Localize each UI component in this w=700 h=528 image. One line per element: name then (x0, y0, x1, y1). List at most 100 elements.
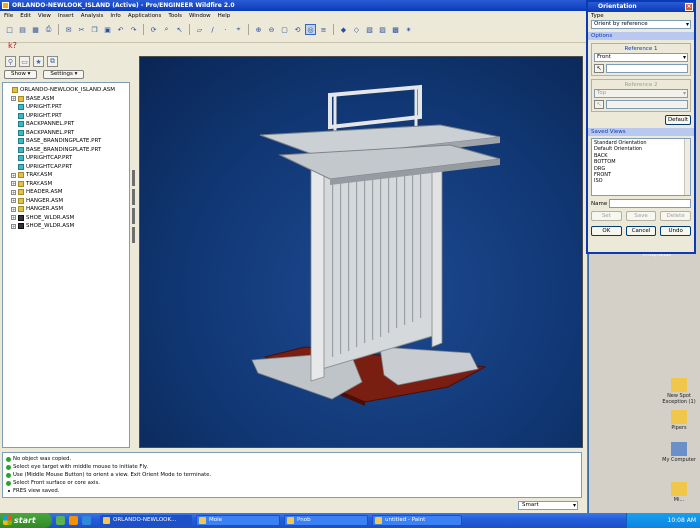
model-tree-tab-icon[interactable]: ⚲ (5, 56, 16, 67)
taskbar-button[interactable]: untitled - Paint (372, 515, 462, 526)
reference1-collector[interactable] (606, 64, 688, 73)
save-icon[interactable]: ▦ (30, 24, 41, 35)
wireframe-icon[interactable]: ◇ (351, 24, 362, 35)
coordinate-system-icon[interactable]: ⌖ (233, 24, 244, 35)
expand-icon[interactable]: + (11, 206, 16, 212)
tree-item[interactable]: + BASE.ASM (5, 95, 127, 104)
selection-filter[interactable]: Smart (518, 501, 578, 510)
shading-icon[interactable]: ◆ (338, 24, 349, 35)
menu-file[interactable]: File (4, 11, 13, 21)
folder-browser-tab-icon[interactable]: ▭ (19, 56, 30, 67)
start-button[interactable]: start (0, 513, 52, 528)
datum-plane-icon[interactable]: ▱ (194, 24, 205, 35)
datum-point-icon[interactable]: · (220, 24, 231, 35)
tree-item[interactable]: ORLANDO-NEWLOOK_ISLAND.ASM (5, 86, 127, 95)
tree-item[interactable]: UPRIGHT.PRT (5, 103, 127, 112)
open-icon[interactable]: ▤ (17, 24, 28, 35)
copy-icon[interactable]: ❐ (89, 24, 100, 35)
reorient-icon[interactable]: ⟲ (292, 24, 303, 35)
menu-info[interactable]: Info (110, 11, 120, 21)
firefox-icon[interactable] (69, 516, 78, 525)
desktop-shortcut[interactable]: Pipers (654, 410, 700, 431)
taskbar-button[interactable]: Pnob (284, 515, 368, 526)
undo-button[interactable]: Undo (660, 226, 692, 236)
tree-item[interactable]: + HANGER.ASM (5, 205, 127, 214)
menu-window[interactable]: Window (189, 11, 211, 21)
taskbar-button[interactable]: Mole (196, 515, 280, 526)
zoom-in-icon[interactable]: ⊕ (253, 24, 264, 35)
delete-view-button[interactable]: Delete (660, 211, 692, 221)
ie-icon[interactable] (82, 516, 91, 525)
favorites-tab-icon[interactable]: ★ (33, 56, 44, 67)
saved-views-icon[interactable]: ◎ (305, 24, 316, 35)
tree-item[interactable]: + TRAY.ASM (5, 171, 127, 180)
settings-button[interactable]: Settings ▾ (43, 70, 85, 79)
menu-help[interactable]: Help (218, 11, 231, 21)
saved-view-item[interactable]: ISO (594, 178, 688, 184)
regenerate-icon[interactable]: ⟳ (148, 24, 159, 35)
show-desktop-icon[interactable] (56, 516, 65, 525)
email-icon[interactable]: ✉ (63, 24, 74, 35)
graphics-window[interactable] (139, 56, 583, 448)
connections-tab-icon[interactable]: ⧉ (47, 56, 58, 67)
new-icon[interactable]: □ (4, 24, 15, 35)
context-help-icon[interactable]: k? (8, 41, 17, 50)
tree-item[interactable]: + SHOE_WLDR.ASM (5, 222, 127, 231)
reference2-dropdown[interactable]: Top (594, 89, 688, 98)
menu-analysis[interactable]: Analysis (81, 11, 104, 21)
zoom-out-icon[interactable]: ⊖ (266, 24, 277, 35)
layers-icon[interactable]: ≡ (318, 24, 329, 35)
expand-icon[interactable]: + (11, 223, 16, 229)
redo-icon[interactable]: ↷ (128, 24, 139, 35)
tree-item[interactable]: UPRIGHT.PRT (5, 112, 127, 121)
menu-applications[interactable]: Applications (128, 11, 162, 21)
expand-icon[interactable]: + (11, 172, 16, 178)
expand-icon[interactable]: + (11, 96, 16, 102)
menu-view[interactable]: View (38, 11, 51, 21)
datum-axis-icon[interactable]: ∕ (207, 24, 218, 35)
type-dropdown[interactable]: Orient by reference (591, 20, 691, 29)
desktop-shortcut[interactable]: My Computer (654, 442, 700, 463)
expand-icon[interactable]: + (11, 189, 16, 195)
reference1-select-arrow-icon[interactable]: ↖ (594, 64, 604, 73)
ok-button[interactable]: OK (591, 226, 622, 236)
no-hidden-icon[interactable]: ▨ (377, 24, 388, 35)
save-view-button[interactable]: Save (625, 211, 657, 221)
cancel-button[interactable]: Cancel (625, 226, 657, 236)
tree-item[interactable]: + TRAY.ASM (5, 180, 127, 189)
tree-item[interactable]: BASE_BRANDINGPLATE.PRT (5, 137, 127, 146)
tree-item[interactable]: BACKPANNEL.PRT (5, 120, 127, 129)
expand-icon[interactable]: + (11, 215, 16, 221)
tree-item[interactable]: UPRIGHTCAP.PRT (5, 154, 127, 163)
saved-views-label[interactable]: Saved Views (588, 128, 694, 136)
hidden-line-icon[interactable]: ▧ (364, 24, 375, 35)
expand-icon[interactable]: + (11, 181, 16, 187)
undo-icon[interactable]: ↶ (115, 24, 126, 35)
select-icon[interactable]: ↖ (174, 24, 185, 35)
close-icon[interactable]: × (685, 3, 693, 11)
tree-item[interactable]: BASE_BRANDINGPLATE.PRT (5, 146, 127, 155)
navigator-sash[interactable] (132, 170, 136, 290)
set-button[interactable]: Set (591, 211, 622, 221)
print-icon[interactable]: ⎙ (43, 24, 54, 35)
menu-tools[interactable]: Tools (168, 11, 182, 21)
cut-icon[interactable]: ✂ (76, 24, 87, 35)
reference1-dropdown[interactable]: Front (594, 53, 688, 62)
saved-views-scrollbar[interactable] (684, 139, 690, 195)
taskbar-button[interactable]: ORLANDO-NEWLOOK... (100, 515, 192, 526)
menu-insert[interactable]: Insert (58, 11, 74, 21)
desktop-shortcut[interactable]: New Spot Exception (1) (654, 378, 700, 405)
clock[interactable]: 10:08 AM (668, 517, 696, 524)
menu-edit[interactable]: Edit (20, 11, 31, 21)
paste-icon[interactable]: ▣ (102, 24, 113, 35)
tree-item[interactable]: BACKPANNEL.PRT (5, 129, 127, 138)
saved-views-list[interactable]: Standard Orientation Default Orientation B… (591, 138, 691, 196)
expand-icon[interactable]: + (11, 198, 16, 204)
show-button[interactable]: Show ▾ (4, 70, 38, 79)
spin-center-icon[interactable]: ✶ (403, 24, 414, 35)
view-name-field[interactable] (609, 199, 691, 208)
find-icon[interactable]: ⌕ (161, 24, 172, 35)
reference2-select-arrow-icon[interactable]: ↖ (594, 100, 604, 109)
refit-icon[interactable]: ▢ (279, 24, 290, 35)
reference2-collector[interactable] (606, 100, 688, 109)
